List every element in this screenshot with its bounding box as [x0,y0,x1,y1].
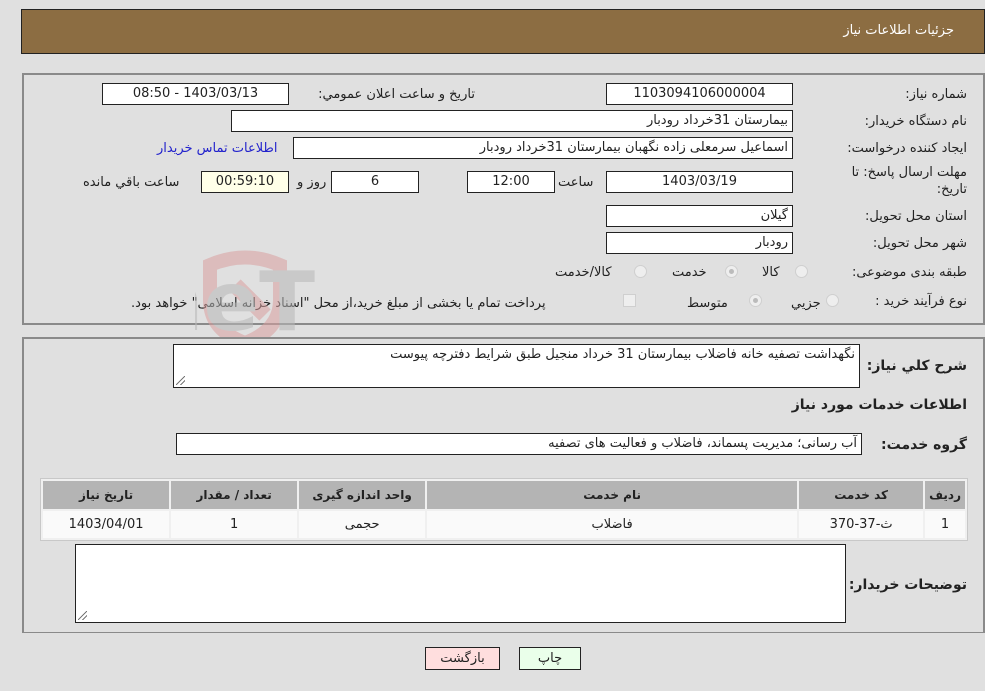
resize-grip-icon[interactable] [78,611,87,620]
category-radio-goods[interactable] [795,265,808,278]
remaining-time-field: 00:59:10 [201,171,289,193]
category-option-goods-service: کالا/خدمت [555,265,612,280]
table-header-row: ردیف کد خدمت نام خدمت واحد اندازه گیری ت… [43,481,965,509]
deadline-date-field: 1403/03/19 [606,171,793,193]
category-radio-service[interactable] [725,265,738,278]
cell-row-number: 1 [925,511,965,538]
cell-quantity: 1 [171,511,298,538]
print-button[interactable]: چاپ [519,647,581,670]
description-textarea[interactable]: نگهداشت تصفیه خانه فاضلاب بیمارستان 31 خ… [173,344,860,388]
resize-grip-icon[interactable] [176,376,185,385]
process-type-label: نوع فرآیند خرید : [875,294,967,309]
services-table: ردیف کد خدمت نام خدمت واحد اندازه گیری ت… [40,478,968,541]
buyer-org-label: نام دستگاه خريدار: [864,114,967,129]
category-option-goods: کالا [762,265,780,280]
buyer-org-field: بیمارستان 31خرداد رودبار [231,110,793,132]
process-radio-medium[interactable] [749,294,762,307]
col-quantity: تعداد / مقدار [171,481,298,509]
description-label: شرح کلي نياز: [866,358,967,374]
treasury-note: پرداخت تمام یا بخشی از مبلغ خرید،از محل … [131,296,546,311]
deadline-time-label: ساعت [558,175,594,190]
category-option-service: خدمت [672,265,707,280]
cell-service-code: ث-37-370 [799,511,924,538]
cell-unit: حجمی [299,511,426,538]
buyer-notes-textarea[interactable] [75,544,846,623]
announce-datetime-field: 1403/03/13 - 08:50 [102,83,289,105]
deadline-label: مهلت ارسال پاسخ: تا تاریخ: [851,165,967,197]
need-number-field: 1103094106000004 [606,83,793,105]
description-text: نگهداشت تصفیه خانه فاضلاب بیمارستان 31 خ… [390,347,855,362]
page-header: جزئیات اطلاعات نیاز [21,9,985,54]
days-remaining-field: 6 [331,171,419,193]
process-option-minor: جزيي [791,296,821,311]
creator-label: ایجاد کننده درخواست: [847,141,967,156]
announce-label: تاریخ و ساعت اعلان عمومي: [318,87,475,102]
service-group-label: گروه خدمت: [881,437,967,453]
process-option-medium: متوسط [687,296,728,311]
deadline-time-field: 12:00 [467,171,555,193]
cell-service-name: فاضلاب [427,511,798,538]
process-radio-minor[interactable] [826,294,839,307]
category-label: طبقه بندی موضوعی: [851,265,967,280]
province-label: استان محل تحویل: [865,209,967,224]
col-service-name: نام خدمت [427,481,798,509]
col-need-date: تاریخ نیاز [43,481,170,509]
col-service-code: کد خدمت [799,481,924,509]
col-unit: واحد اندازه گیری [299,481,426,509]
creator-field: اسماعیل سرمعلی زاده نگهبان بیمارستان 31خ… [293,137,793,159]
treasury-checkbox[interactable] [623,294,636,307]
cell-need-date: 1403/04/01 [43,511,170,538]
need-number-label: شماره نیاز: [905,87,967,102]
city-label: شهر محل تحویل: [872,236,967,251]
province-field: گیلان [606,205,793,227]
services-heading: اطلاعات خدمات مورد نياز [791,397,967,413]
remaining-time-label: ساعت باقي مانده [83,175,180,190]
city-field: رودبار [606,232,793,254]
page-title: جزئیات اطلاعات نیاز [843,23,954,38]
days-label: روز و [297,175,327,190]
col-row-number: ردیف [925,481,965,509]
buyer-notes-label: توضیحات خریدار: [848,577,967,593]
category-radio-goods-service[interactable] [634,265,647,278]
back-button[interactable]: بازگشت [425,647,500,670]
service-group-field: آب رسانی؛ مدیریت پسماند، فاضلاب و فعالیت… [176,433,862,455]
buyer-contact-link[interactable]: اطلاعات تماس خریدار [157,141,277,156]
table-row: 1 ث-37-370 فاضلاب حجمی 1 1403/04/01 [43,511,965,538]
